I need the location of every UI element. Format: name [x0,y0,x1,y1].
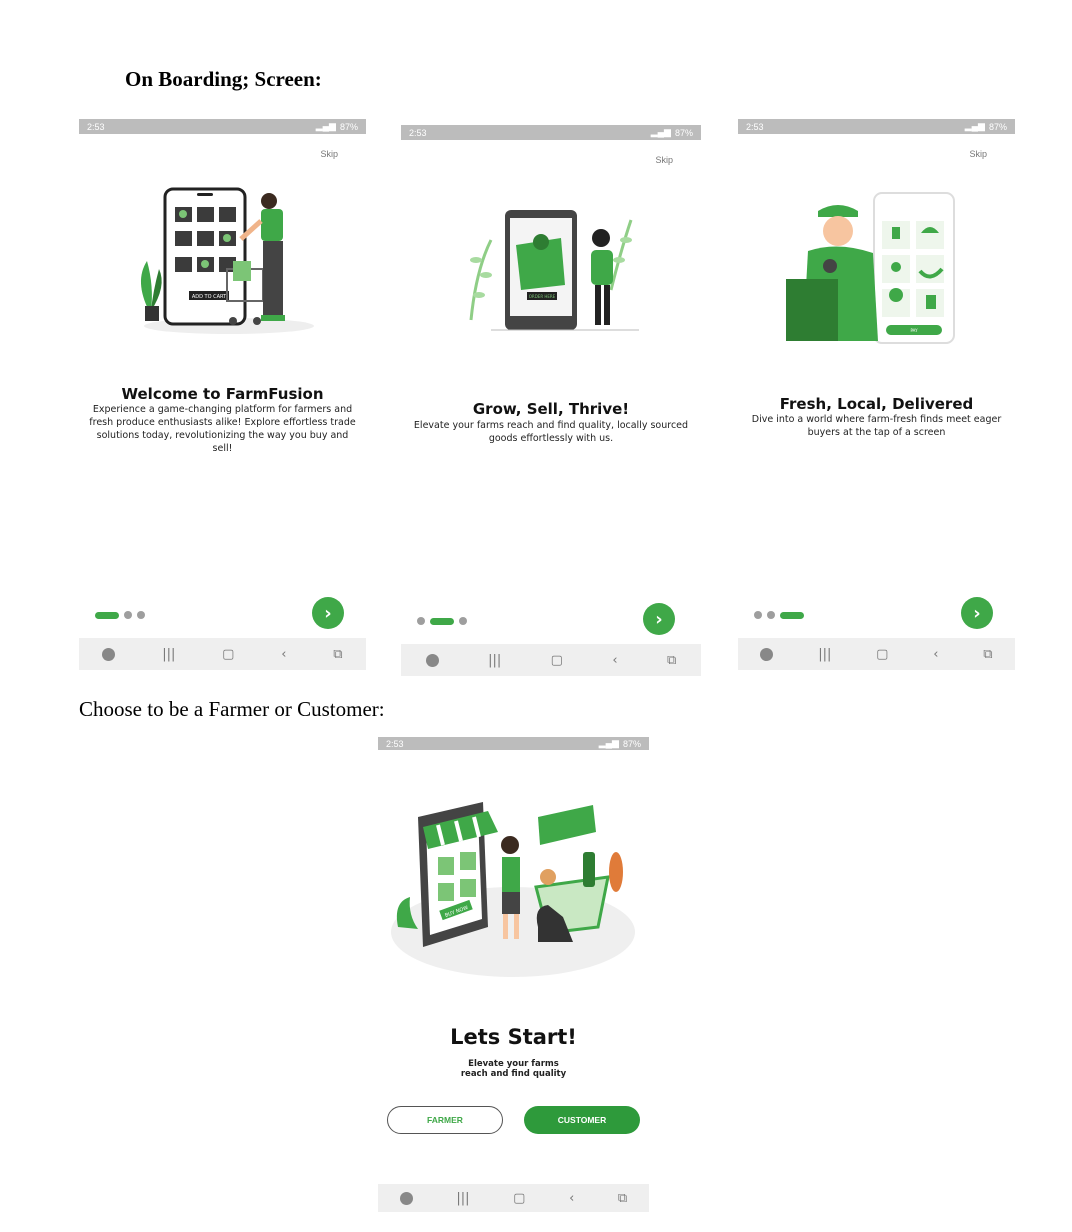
page-dot-active [780,611,804,619]
customer-button[interactable]: CUSTOMER [524,1106,640,1134]
status-bar: 2:53 ▂▄▆ 87% [738,119,1015,134]
skip-button[interactable]: Skip [969,149,987,159]
svg-text:ADD TO CART: ADD TO CART [192,294,227,300]
battery-level: 87% [622,738,641,749]
signal-icon: ▂▄▆ [964,121,985,131]
farmer-button[interactable]: FARMER [387,1106,503,1134]
status-time: 2:53 [87,121,105,132]
screenshot-icon[interactable]: ⧉ [667,653,676,668]
page-dot [137,611,145,619]
shopping-app-illustration: ADD TO CART [140,187,314,334]
back-icon[interactable]: ‹ [569,1191,574,1206]
home-icon[interactable]: ▢ [222,647,234,662]
screenshot-icon[interactable]: ⧉ [618,1191,627,1206]
document-subheading: Choose to be a Farmer or Customer: [79,697,385,721]
chevron-right-icon: › [324,602,332,624]
signal-icon: ▂▄▆ [650,127,671,137]
status-time: 2:53 [386,738,404,749]
status-bar: 2:53 ▂▄▆ 87% [401,125,701,140]
lets-start-title: Lets Start! [450,1025,577,1049]
page-dot [417,617,425,625]
onboarding-screen-2: 2:53 ▂▄▆ 87% Skip ORDER HERE Grow, Sell, … [401,125,701,676]
home-icon[interactable]: ▢ [513,1191,525,1206]
assistant-icon[interactable] [760,647,774,661]
home-icon[interactable]: ▢ [876,647,888,662]
assistant-icon[interactable] [102,647,116,661]
page-dot [754,611,762,619]
status-bar: 2:53 ▂▄▆ 87% [378,737,649,750]
lets-start-description-line-2: reach and find quality [460,1069,567,1079]
next-button[interactable]: › [312,597,344,629]
recents-icon[interactable]: ||| [818,647,831,662]
role-selection-screen: 2:53 ▂▄▆ 87% BUY NOW Lets Start! Elevate … [378,737,649,1212]
battery-level: 87% [988,121,1007,132]
skip-button[interactable]: Skip [655,155,673,165]
system-nav-bar: ||| ▢ ‹ ⧉ [378,1184,649,1212]
signal-icon: ▂▄▆ [315,121,336,131]
battery-level: 87% [674,127,693,138]
next-button[interactable]: › [643,603,675,635]
assistant-icon[interactable] [425,653,439,667]
recents-icon[interactable]: ||| [162,647,175,662]
recents-icon[interactable]: ||| [488,653,501,668]
next-button[interactable]: › [961,597,993,629]
status-bar: 2:53 ▂▄▆ 87% [79,119,366,134]
chevron-right-icon: › [655,608,663,630]
page-indicator [95,611,145,619]
back-icon[interactable]: ‹ [612,653,617,668]
skip-button[interactable]: Skip [320,149,338,159]
page-dot-active [95,611,119,619]
system-nav-bar: ||| ▢ ‹ ⧉ [401,644,701,676]
delivery-illustration: PAY [786,192,955,344]
onboarding-screen-1: 2:53 ▂▄▆ 87% Skip ADD TO CART Welcome to … [79,119,366,670]
screenshot-icon[interactable]: ⧉ [333,647,342,662]
onboarding-description: Dive into a world where farm-fresh finds… [751,414,1002,438]
page-indicator [417,617,467,625]
chevron-right-icon: › [973,602,981,624]
system-nav-bar: ||| ▢ ‹ ⧉ [79,638,366,670]
recents-icon[interactable]: ||| [456,1191,469,1206]
svg-text:PAY: PAY [910,328,918,333]
farm-store-illustration: ORDER HERE [469,210,639,331]
back-icon[interactable]: ‹ [933,647,938,662]
assistant-icon[interactable] [399,1191,413,1205]
page-indicator [754,611,804,619]
svg-text:ORDER HERE: ORDER HERE [529,294,556,299]
page-dot-active [430,617,454,625]
onboarding-description: Elevate your farms reach and find qualit… [413,420,689,444]
onboarding-title: Grow, Sell, Thrive! [472,400,630,418]
onboarding-title: Fresh, Local, Delivered [779,395,974,413]
system-nav-bar: ||| ▢ ‹ ⧉ [738,638,1015,670]
status-time: 2:53 [746,121,764,132]
back-icon[interactable]: ‹ [281,647,286,662]
home-icon[interactable]: ▢ [551,653,563,668]
page-dot [124,611,132,619]
page-dot [767,611,775,619]
onboarding-screen-3: 2:53 ▂▄▆ 87% Skip PAY Fresh, Local, Deliv… [738,119,1015,670]
document-heading: On Boarding; Screen: [125,67,322,91]
page-dot [459,617,467,625]
signal-icon: ▂▄▆ [598,738,619,748]
status-time: 2:53 [409,127,427,138]
onboarding-description: Experience a game-changing platform for … [89,404,356,454]
grocery-store-illustration: BUY NOW [391,802,635,977]
onboarding-title: Welcome to FarmFusion [121,385,324,403]
screenshot-icon[interactable]: ⧉ [983,647,992,662]
battery-level: 87% [339,121,358,132]
